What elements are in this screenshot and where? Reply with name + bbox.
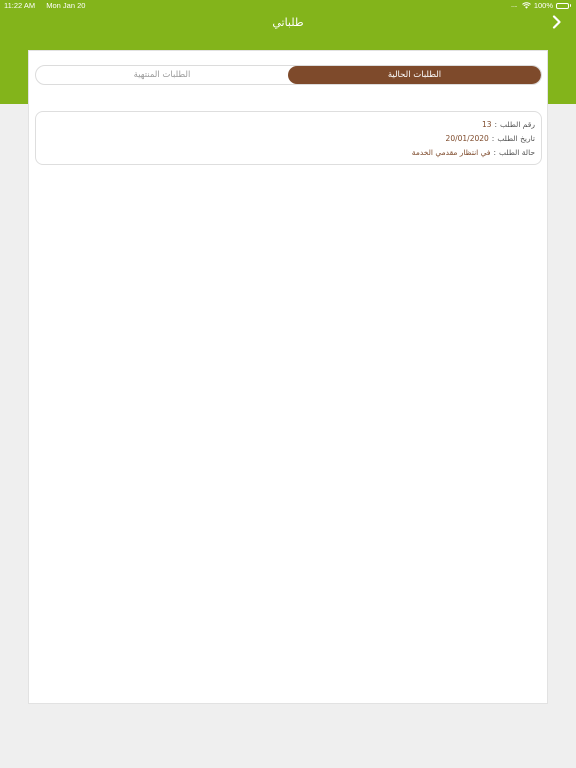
page-title: طلباتي <box>272 16 304 29</box>
status-left: 11:22 AM Mon Jan 20 <box>4 1 85 10</box>
order-status-value: في انتظار مقدمي الخدمة <box>411 148 491 157</box>
order-status-row: حالة الطلب : في انتظار مقدمي الخدمة <box>412 148 535 157</box>
signal-icon: ..... <box>510 2 517 9</box>
order-date-row: تاريخ الطلب : 20/01/2020 <box>446 134 535 143</box>
tab-finished-orders[interactable]: الطلبات المنتهية <box>36 66 288 84</box>
order-date-label: تاريخ الطلب <box>497 134 535 143</box>
wifi-icon <box>521 2 531 9</box>
battery-percent: 100% <box>533 1 553 10</box>
battery-icon <box>556 2 571 9</box>
chevron-right-icon <box>552 14 562 33</box>
order-number-value: 13 <box>481 120 492 129</box>
status-right: ..... 100% <box>511 1 571 10</box>
status-date: Mon Jan 20 <box>46 1 86 10</box>
content-card: الطلبات المنتهية الطلبات الحالية رقم الط… <box>28 50 548 704</box>
order-card[interactable]: رقم الطلب : 13 تاريخ الطلب : 20/01/2020 … <box>35 111 542 165</box>
status-time: 11:22 AM <box>4 1 36 10</box>
status-bar: 11:22 AM Mon Jan 20 ..... 100% <box>0 0 576 12</box>
separator: : <box>491 134 495 143</box>
orders-tabs: الطلبات المنتهية الطلبات الحالية <box>35 65 542 85</box>
order-date-value: 20/01/2020 <box>445 134 489 143</box>
order-status-label: حالة الطلب <box>499 148 535 157</box>
order-number-row: رقم الطلب : 13 <box>482 120 535 129</box>
separator: : <box>493 148 497 157</box>
back-button[interactable] <box>548 14 566 32</box>
separator: : <box>494 120 498 129</box>
tab-current-orders[interactable]: الطلبات الحالية <box>288 66 541 84</box>
order-number-label: رقم الطلب <box>500 120 535 129</box>
